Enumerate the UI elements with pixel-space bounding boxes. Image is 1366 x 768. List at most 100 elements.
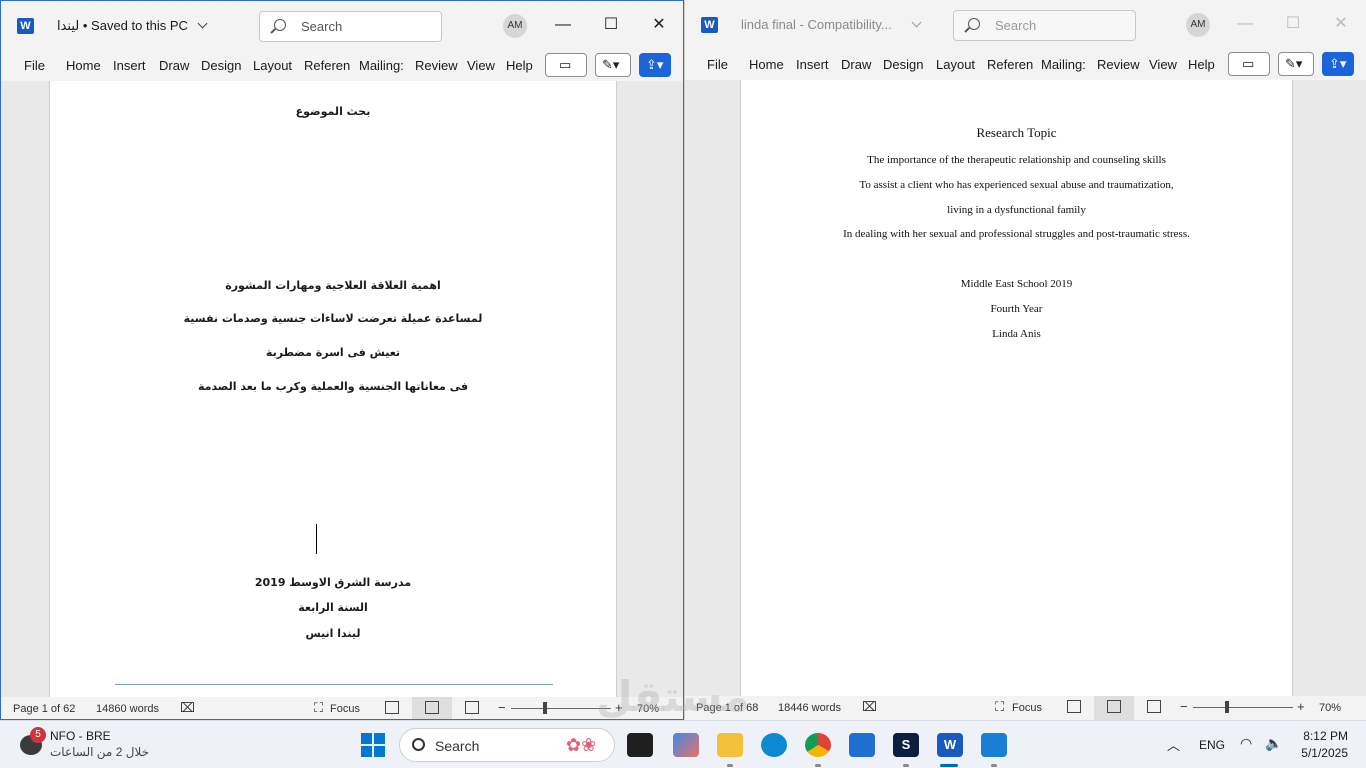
tab-file[interactable]: File	[24, 58, 45, 73]
zoom-slider[interactable]	[1193, 707, 1293, 708]
tab-view[interactable]: View	[467, 58, 495, 73]
search-box[interactable]: Search	[953, 10, 1136, 41]
focus-icon: ⛶	[995, 699, 1005, 714]
tab-help[interactable]: Help	[506, 58, 533, 73]
comments-button[interactable]: ▭	[545, 53, 587, 77]
zoom-slider-thumb[interactable]	[1225, 701, 1229, 713]
minimize-button[interactable]: —	[1235, 14, 1255, 34]
edge-icon[interactable]	[761, 733, 787, 757]
chrome-icon[interactable]	[805, 733, 831, 757]
title-bar[interactable]: W ليندا • Saved to this PC Search AM — ☐…	[1, 1, 683, 49]
document-canvas[interactable]: بحث الموضوع اهمية العلاقة العلاجية ومهار…	[1, 81, 683, 697]
search-box[interactable]: Search	[259, 11, 442, 42]
tab-design[interactable]: Design	[201, 58, 241, 73]
tab-mailings[interactable]: Mailing:	[359, 58, 404, 73]
tab-draw[interactable]: Draw	[159, 58, 189, 73]
start-button[interactable]	[361, 733, 385, 757]
status-bar: Page 1 of 62 14860 words ⌧ ⛶ Focus − + 7…	[1, 697, 683, 719]
doc-line: living in a dysfunctional family	[947, 204, 1086, 216]
accessibility-icon[interactable]: ⌧	[180, 700, 195, 716]
tab-layout[interactable]: Layout	[253, 58, 292, 73]
tab-references[interactable]: Referen	[304, 58, 350, 73]
focus-icon: ⛶	[314, 700, 324, 715]
app-s-icon[interactable]: S	[893, 733, 919, 757]
share-button[interactable]: ⇪▾	[639, 53, 671, 77]
focus-button[interactable]: Focus	[330, 703, 360, 715]
close-button[interactable]: ✕	[1331, 14, 1351, 34]
read-mode-icon[interactable]	[385, 701, 399, 714]
avatar[interactable]: AM	[1186, 13, 1210, 37]
web-layout-icon[interactable]	[1147, 700, 1161, 713]
clock-date[interactable]: 5/1/2025	[1296, 746, 1348, 760]
comment-icon: ▭	[1242, 56, 1255, 71]
page-count[interactable]: Page 1 of 62	[13, 703, 75, 715]
tab-insert[interactable]: Insert	[113, 58, 146, 73]
maximize-button[interactable]: ☐	[601, 15, 621, 35]
tab-home[interactable]: Home	[749, 57, 784, 72]
copilot-icon[interactable]	[673, 733, 699, 757]
close-button[interactable]: ✕	[649, 15, 669, 35]
tab-layout[interactable]: Layout	[936, 57, 975, 72]
share-button[interactable]: ⇪▾	[1322, 52, 1354, 76]
word-taskbar-icon[interactable]: W	[937, 733, 963, 757]
tab-design[interactable]: Design	[883, 57, 923, 72]
web-layout-icon[interactable]	[465, 701, 479, 714]
avatar[interactable]: AM	[503, 14, 527, 38]
chevron-up-icon[interactable]: ︿	[1167, 735, 1180, 754]
comments-button[interactable]: ▭	[1228, 52, 1270, 76]
zoom-in-button[interactable]: +	[1297, 699, 1305, 714]
clock-time[interactable]: 8:12 PM	[1300, 729, 1348, 743]
doc-heading: بحث الموضوع	[295, 105, 371, 118]
zoom-out-button[interactable]: −	[1180, 699, 1188, 714]
editing-button[interactable]: ✎▾	[1278, 52, 1314, 76]
word-count[interactable]: 14860 words	[96, 703, 159, 715]
doc-line: السنة الرابعة	[298, 601, 368, 614]
read-mode-icon[interactable]	[1067, 700, 1081, 713]
accessibility-icon[interactable]: ⌧	[862, 699, 877, 715]
document-canvas[interactable]: Research Topic The importance of the the…	[685, 80, 1366, 696]
zoom-slider-thumb[interactable]	[543, 702, 547, 714]
print-layout-icon[interactable]	[425, 701, 439, 714]
print-layout-icon[interactable]	[1107, 700, 1121, 713]
terminal-icon[interactable]	[627, 733, 653, 757]
tab-review[interactable]: Review	[1097, 57, 1140, 72]
minimize-button[interactable]: —	[553, 15, 573, 35]
file-explorer-icon[interactable]	[717, 733, 743, 757]
focus-button[interactable]: Focus	[1012, 702, 1042, 714]
document-page[interactable]: بحث الموضوع اهمية العلاقة العلاجية ومهار…	[49, 81, 617, 697]
maximize-button[interactable]: ☐	[1283, 14, 1303, 34]
doc-line: To assist a client who has experienced s…	[859, 179, 1174, 191]
word-logo-icon: W	[701, 17, 718, 33]
word-count[interactable]: 18446 words	[778, 702, 841, 714]
tab-insert[interactable]: Insert	[796, 57, 829, 72]
tab-file[interactable]: File	[707, 57, 728, 72]
status-bar: Page 1 of 68 18446 words ⌧ ⛶ Focus − + 7…	[685, 696, 1366, 720]
running-indicator	[815, 764, 821, 767]
chevron-down-icon[interactable]	[197, 18, 207, 29]
taskbar-search[interactable]: Search ✿❀	[399, 728, 615, 762]
title-bar[interactable]: W linda final - Compatibility... Search …	[685, 0, 1366, 48]
tab-help[interactable]: Help	[1188, 57, 1215, 72]
chevron-down-icon[interactable]	[911, 17, 922, 28]
document-title[interactable]: ليندا • Saved to this PC	[57, 18, 207, 34]
tab-mailings[interactable]: Mailing:	[1041, 57, 1086, 72]
document-title[interactable]: linda final - Compatibility...	[741, 17, 922, 32]
store-icon[interactable]	[849, 733, 875, 757]
volume-icon[interactable]: 🔈	[1265, 735, 1282, 752]
tab-home[interactable]: Home	[66, 58, 101, 73]
zoom-level[interactable]: 70%	[1319, 702, 1341, 714]
weather-title: NFO - BRE	[50, 729, 111, 743]
editing-button[interactable]: ✎▾	[595, 53, 631, 77]
tab-view[interactable]: View	[1149, 57, 1177, 72]
tab-draw[interactable]: Draw	[841, 57, 871, 72]
word-window-right[interactable]: W linda final - Compatibility... Search …	[684, 0, 1366, 720]
wifi-icon[interactable]: ◠	[1240, 735, 1252, 752]
tab-review[interactable]: Review	[415, 58, 458, 73]
word-window-left[interactable]: W ليندا • Saved to this PC Search AM — ☐…	[0, 0, 684, 720]
doc-name: linda final - Compatibility...	[741, 17, 892, 32]
document-page[interactable]: Research Topic The importance of the the…	[740, 80, 1293, 696]
language-indicator[interactable]: ENG	[1199, 738, 1225, 752]
photos-icon[interactable]	[981, 733, 1007, 757]
zoom-out-button[interactable]: −	[498, 700, 506, 715]
tab-references[interactable]: Referen	[987, 57, 1033, 72]
